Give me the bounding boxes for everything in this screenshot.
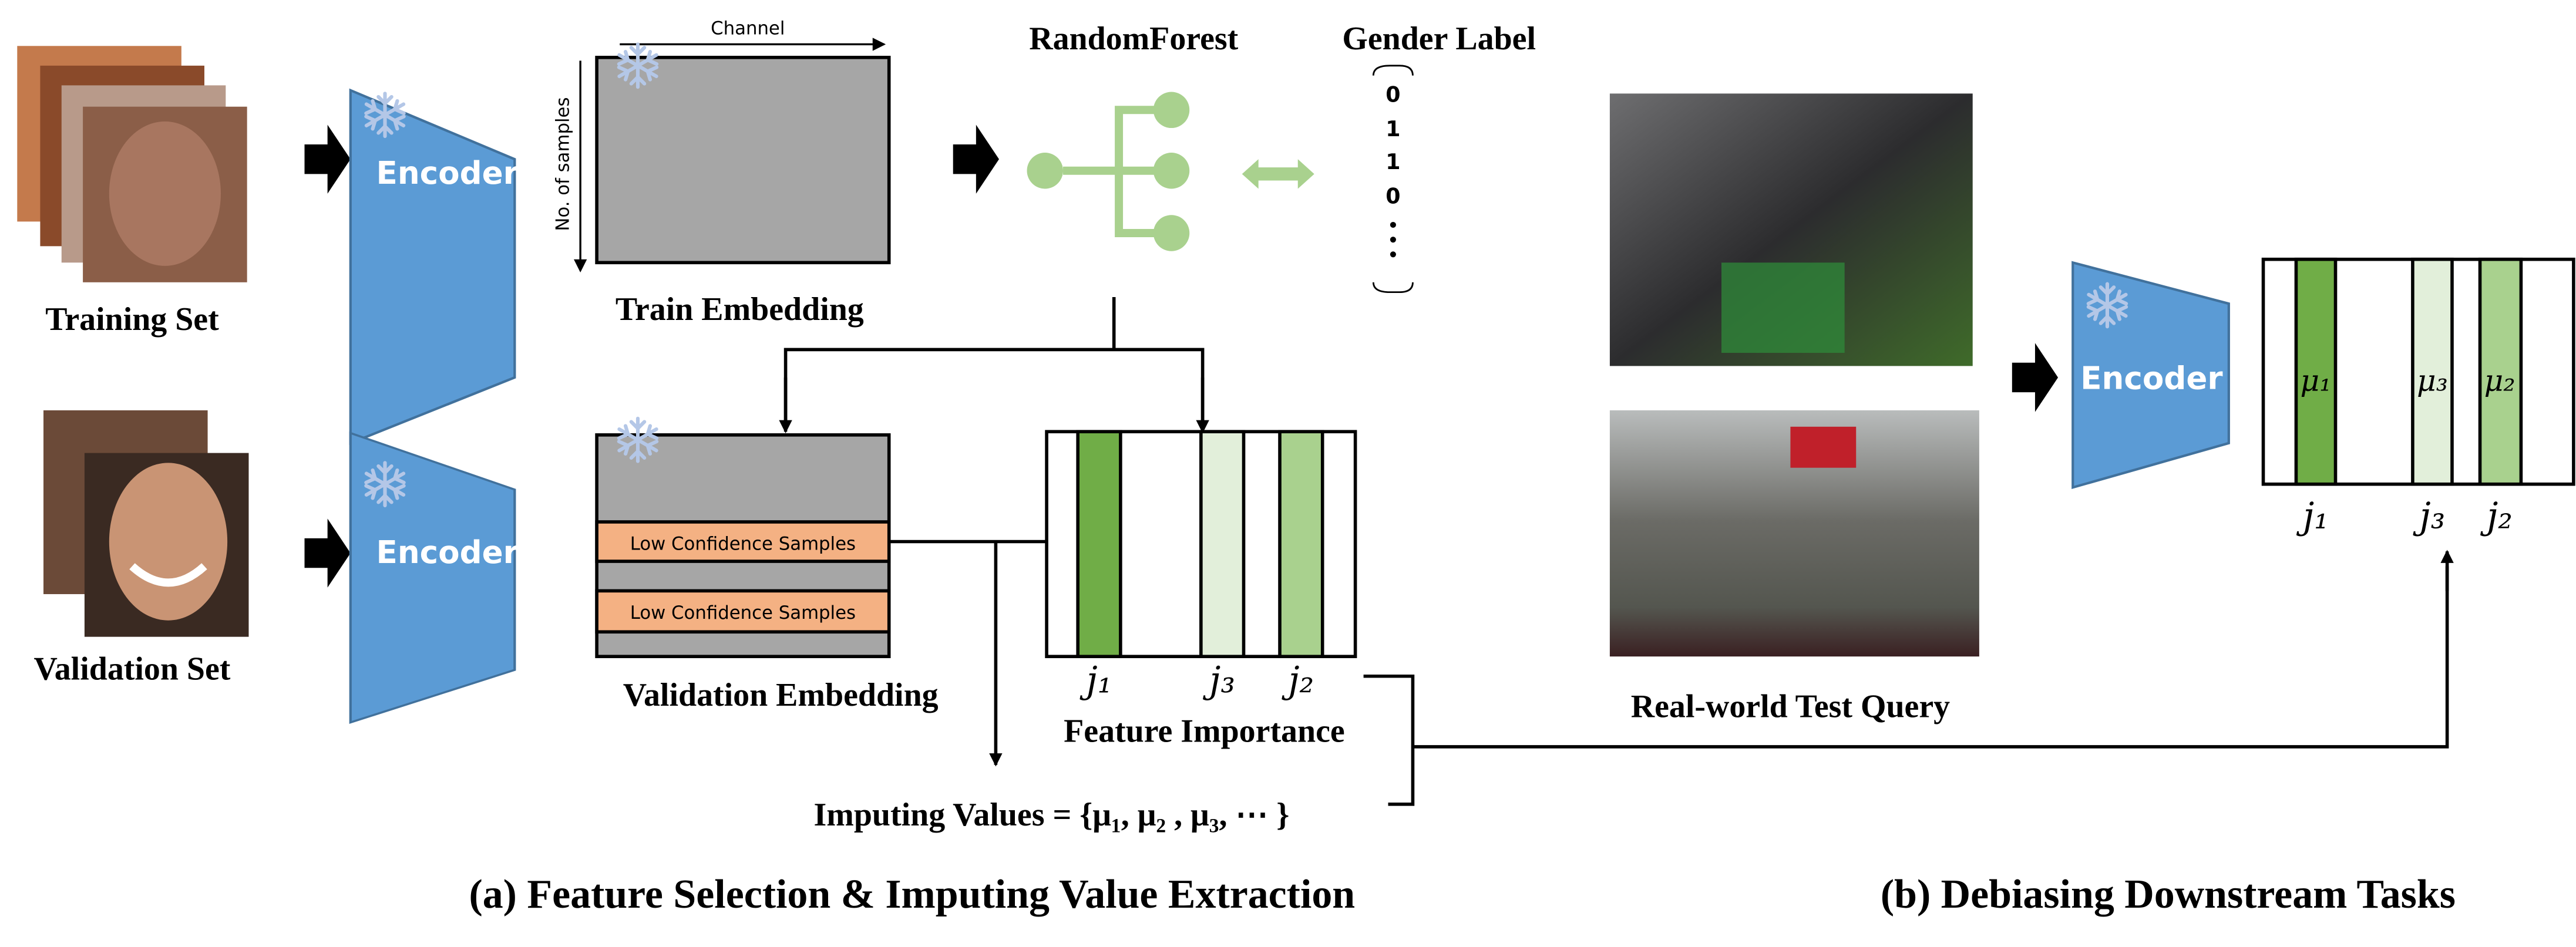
feature-bar: [1278, 430, 1324, 658]
gender-label-vector: 0 1 1 0: [1372, 65, 1414, 293]
encoder-label: Encoder: [376, 534, 519, 571]
feature-index-label: j₁: [2296, 495, 2329, 537]
encoder-label: Encoder: [376, 155, 519, 191]
validation-set-images: [43, 410, 249, 637]
train-embedding-label: Train Embedding: [616, 291, 864, 328]
caption-a: (a) Feature Selection & Imputing Value E…: [469, 872, 1355, 917]
validation-embedding-label: Validation Embedding: [623, 677, 939, 713]
feature-index-label: j₂: [2480, 495, 2513, 537]
train-embedding: Channel No. of samples: [553, 18, 891, 273]
feature-index-label: j₃: [1202, 659, 1235, 702]
arrow-right-icon: [953, 124, 999, 194]
feature-index-label: j₂: [1281, 659, 1314, 702]
imputed-value-label: μ₁: [2301, 363, 2332, 397]
arrow-right-icon: [2012, 343, 2059, 412]
imputing-values-label: Imputing Values = {μ₁, μ₂ , μ₃, ⋯ }: [814, 797, 1290, 833]
gender-value: 0: [1385, 184, 1400, 209]
feature-index-label: j₁: [1080, 659, 1112, 702]
gender-value: 1: [1385, 149, 1400, 174]
feature-bar: [1076, 430, 1122, 658]
imputed-value-label: μ₃: [2417, 363, 2448, 397]
test-query-label: Real-world Test Query: [1631, 689, 1950, 725]
imputed-value-label: μ₂: [2484, 363, 2516, 397]
encoder-block-train: Encoder: [349, 88, 519, 445]
encoder-label: Encoder: [2080, 360, 2223, 397]
channel-axis-label: Channel: [711, 18, 785, 39]
random-forest-label: RandomForest: [1029, 21, 1238, 57]
random-forest-tree-icon: [1027, 92, 1190, 251]
encoder-block-validation: Encoder: [349, 432, 519, 724]
test-query-images: [1609, 93, 1979, 657]
feature-bar: [1199, 430, 1246, 658]
encoder-block-test: Encoder: [2071, 261, 2230, 490]
gender-label-title: Gender Label: [1342, 21, 1536, 57]
training-set-label: Training Set: [45, 301, 219, 338]
gender-value: 1: [1385, 116, 1400, 141]
low-confidence-label: Low Confidence Samples: [630, 533, 856, 554]
validation-set-label: Validation Set: [34, 651, 231, 687]
gender-value: 0: [1385, 82, 1400, 107]
validation-embedding: Low Confidence Samples Low Confidence Sa…: [595, 419, 891, 658]
caption-b: (b) Debiasing Downstream Tasks: [1881, 872, 2456, 917]
arrow-right-icon: [304, 518, 351, 588]
feature-importance-label: Feature Importance: [1064, 713, 1345, 750]
training-set-images: [17, 46, 247, 282]
samples-axis-label: No. of samples: [553, 97, 574, 231]
feature-importance-box: [1045, 430, 1357, 658]
low-confidence-label: Low Confidence Samples: [630, 602, 856, 624]
pipeline-diagram: Training Set Encoder Channel No. of samp…: [17, 18, 2575, 917]
double-arrow-icon: [1242, 159, 1314, 189]
arrow-right-icon: [304, 124, 351, 194]
feature-index-label: j₃: [2413, 495, 2446, 537]
